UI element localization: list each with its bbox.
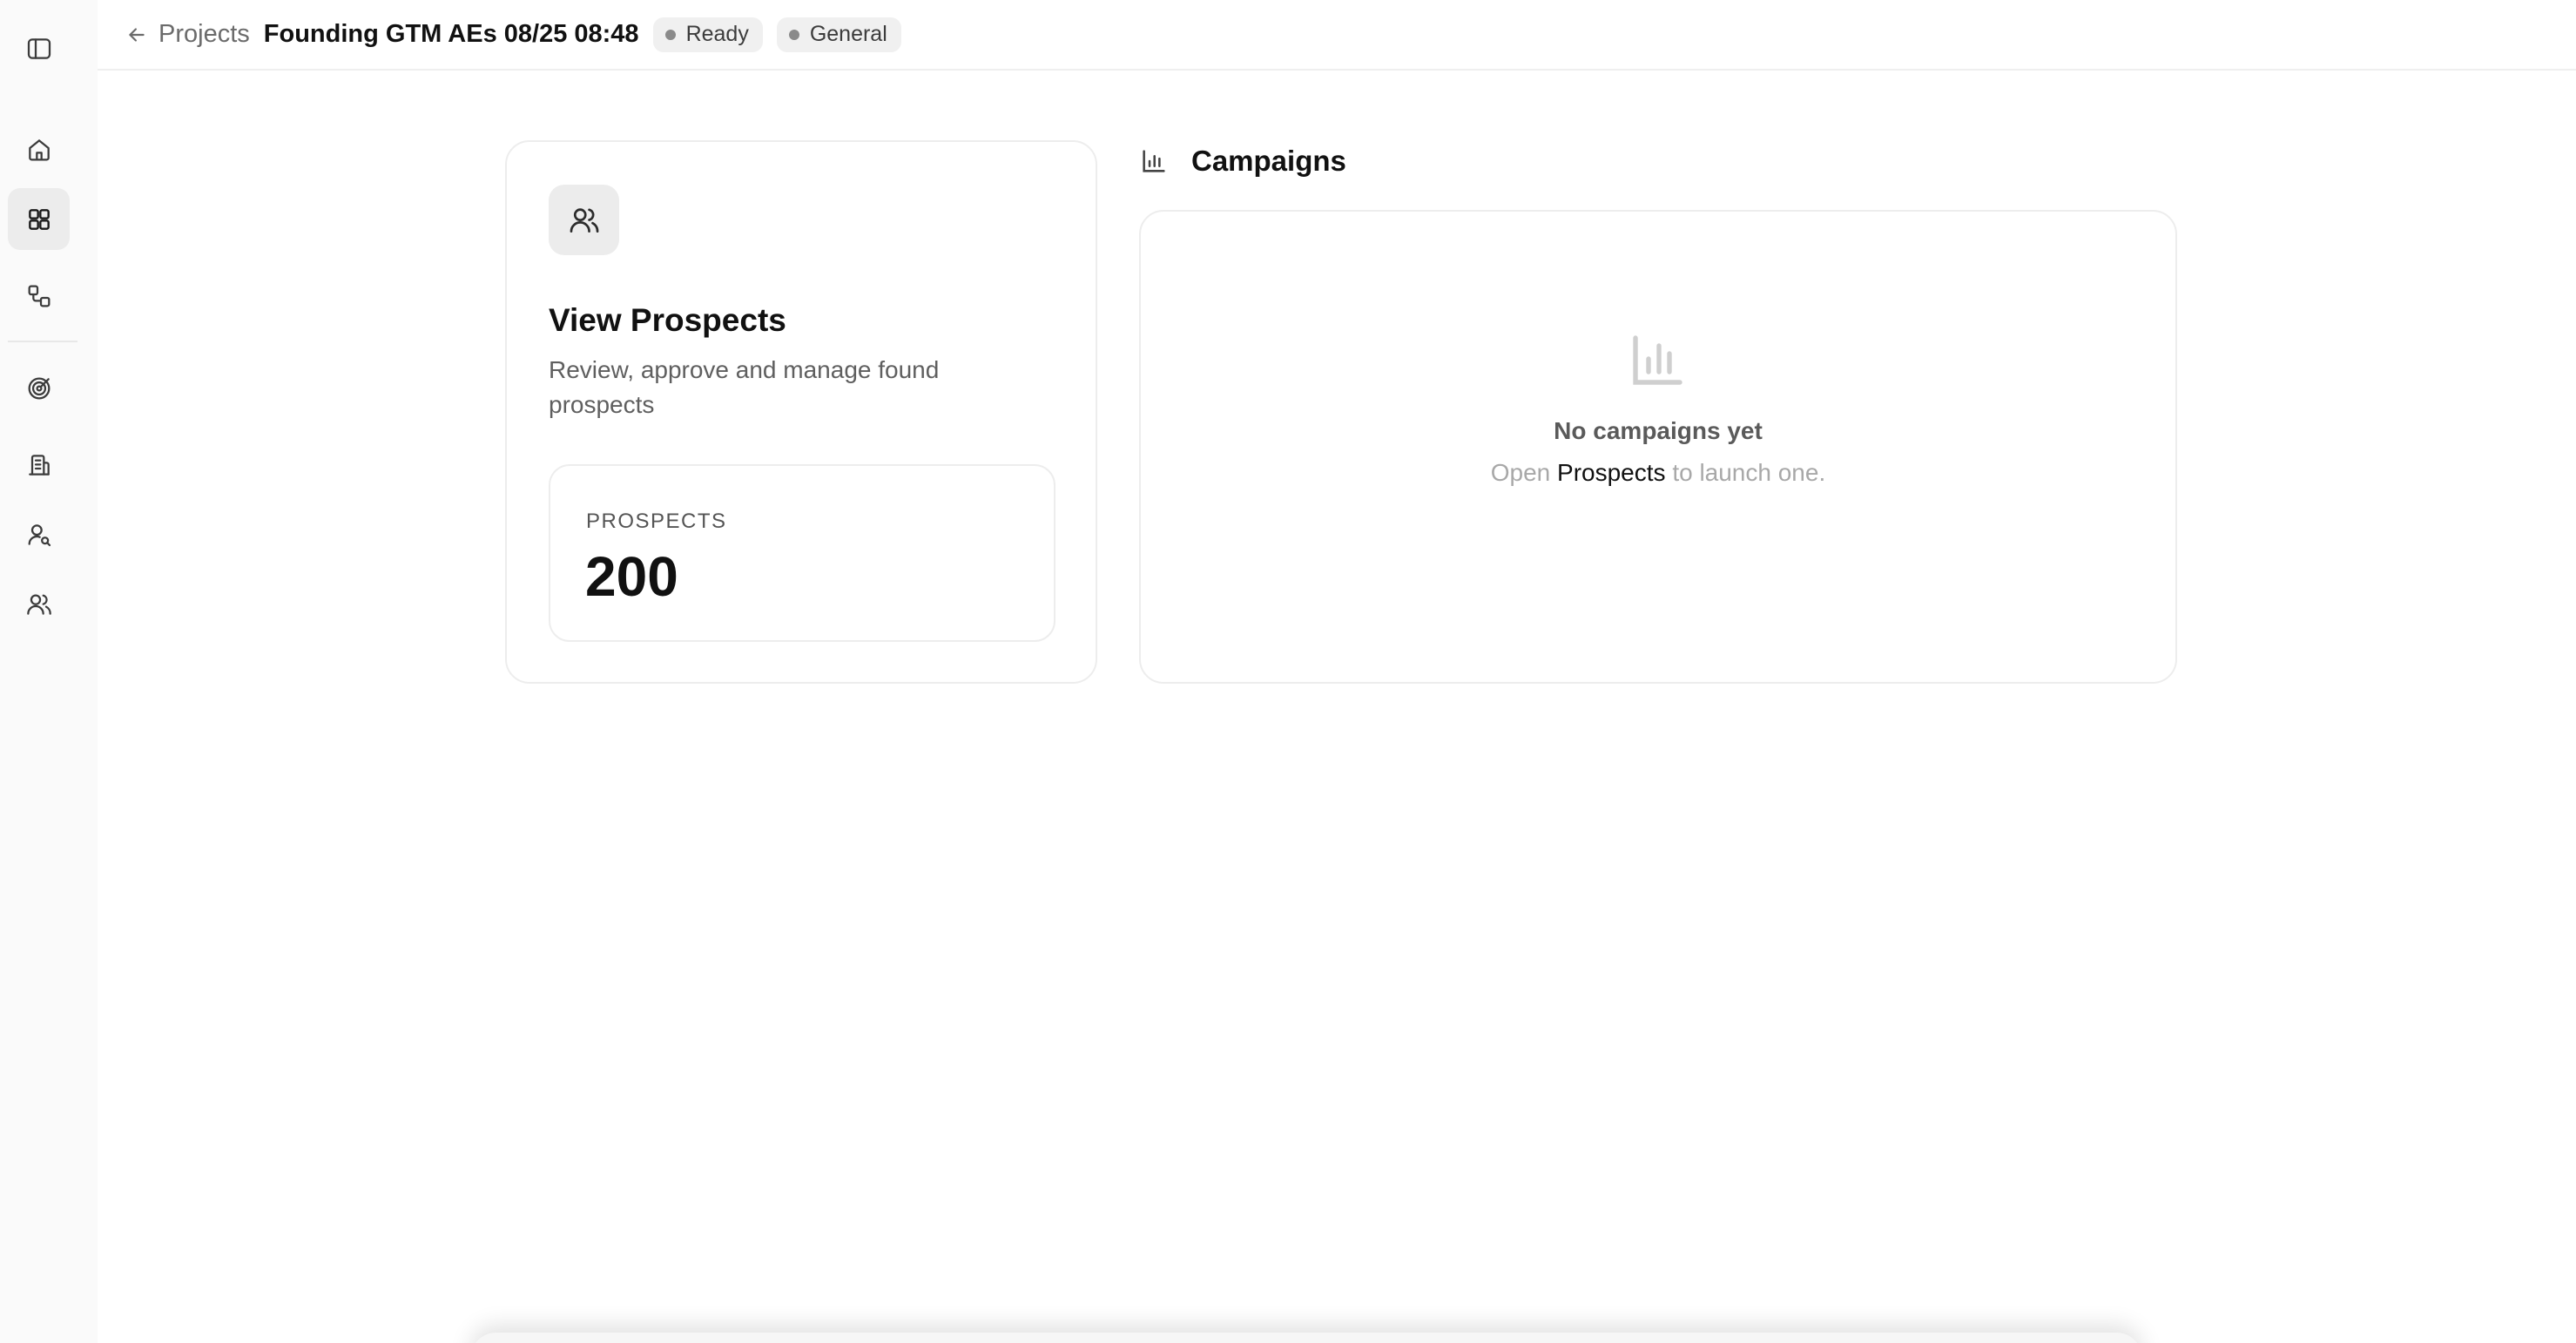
campaigns-card: No campaigns yet Open Prospects to launc… <box>1139 210 2177 684</box>
category-badge: General <box>776 17 901 52</box>
bar-chart-icon <box>1633 335 1682 385</box>
status-badge-label: Ready <box>685 22 749 46</box>
home-icon <box>28 138 50 160</box>
card-description: Review, approve and manage found prospec… <box>549 356 940 418</box>
workflow-icon <box>28 285 50 307</box>
target-icon <box>28 377 50 399</box>
sidebar-toggle-icon <box>27 37 51 59</box>
users-icon <box>570 207 598 233</box>
top-header: Projects Founding GTM AEs 08/25 08:48 Re… <box>98 0 2576 71</box>
sidebar-divider <box>8 341 78 342</box>
sidebar-item-companies[interactable] <box>8 434 70 496</box>
sidebar <box>0 0 98 1343</box>
empty-state-title: No campaigns yet <box>1554 417 1763 444</box>
empty-sub-before: Open <box>1490 459 1551 486</box>
category-dot <box>788 29 799 40</box>
app: Projects Founding GTM AEs 08/25 08:48 Re… <box>0 0 2576 1343</box>
sidebar-item-home[interactable] <box>8 118 70 180</box>
sidebar-item-people-search[interactable] <box>8 503 70 565</box>
campaigns-title: Campaigns <box>1191 145 1346 177</box>
stat-value: 200 <box>585 545 678 608</box>
empty-state-subtitle: Open Prospects to launch one. <box>1141 459 2175 487</box>
empty-sub-after: to launch one. <box>1672 459 1826 486</box>
grid-icon <box>28 208 50 230</box>
sidebar-item-targeting[interactable] <box>8 357 70 419</box>
page-title: Founding GTM AEs 08/25 08:48 <box>263 20 639 48</box>
back-to-projects-link[interactable]: Projects <box>125 16 250 54</box>
bottom-panel-edge <box>470 1333 2142 1343</box>
card-title: View Prospects <box>549 302 786 338</box>
status-badge: Ready <box>652 17 763 52</box>
prospects-stat-box: PROSPECTS 200 <box>549 464 1055 642</box>
users-icon <box>26 593 51 615</box>
sidebar-toggle-button[interactable] <box>8 17 70 79</box>
arrow-left-icon <box>129 27 145 42</box>
category-badge-label: General <box>809 22 887 46</box>
view-prospects-card[interactable]: View Prospects Review, approve and manag… <box>505 140 1097 684</box>
sidebar-item-team[interactable] <box>8 573 70 635</box>
sidebar-item-workflows[interactable] <box>8 265 70 327</box>
sidebar-item-dashboard[interactable] <box>8 188 70 250</box>
prospects-icon-tile <box>549 185 619 255</box>
stat-label: PROSPECTS <box>586 510 727 533</box>
prospects-link[interactable]: Prospects <box>1557 459 1666 486</box>
user-search-icon <box>28 523 51 546</box>
building-icon <box>28 454 50 476</box>
back-link-label: Projects <box>158 20 250 48</box>
status-dot <box>664 29 676 40</box>
bar-chart-icon <box>1143 150 1165 172</box>
campaigns-heading: Campaigns <box>1139 139 1346 183</box>
